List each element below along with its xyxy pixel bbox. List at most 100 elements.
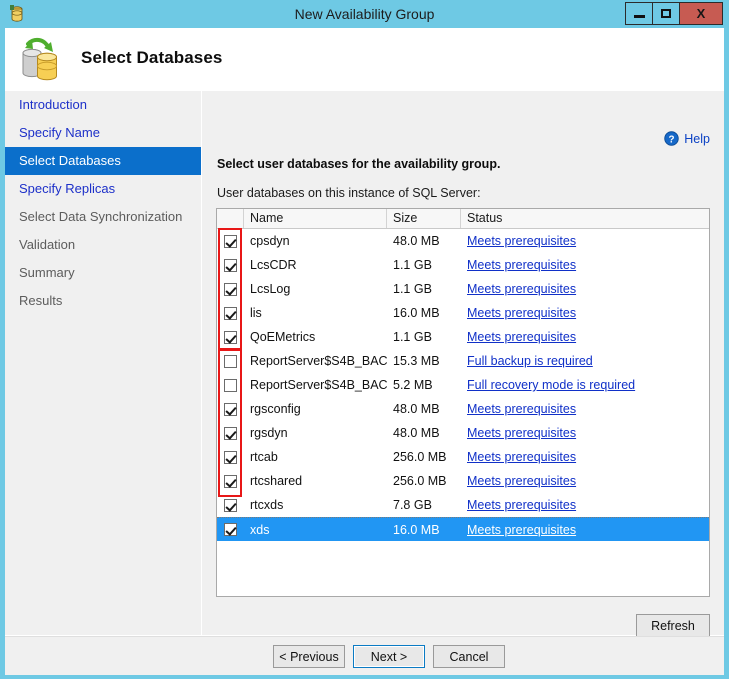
checkbox-icon[interactable]: [224, 426, 237, 440]
status-link[interactable]: Meets prerequisites: [467, 426, 576, 440]
sidebar-item-specify-name[interactable]: Specify Name: [5, 119, 201, 147]
checkbox-icon[interactable]: [224, 354, 237, 368]
cell-name: LcsLog: [250, 282, 291, 296]
cell-status: Meets prerequisites: [461, 253, 709, 277]
status-link[interactable]: Meets prerequisites: [467, 450, 576, 464]
main-content: ? Help Select user databases for the ava…: [202, 91, 724, 637]
row-checkbox-cell[interactable]: [217, 426, 244, 440]
status-link[interactable]: Meets prerequisites: [467, 282, 576, 296]
row-checkbox-cell[interactable]: [217, 523, 244, 536]
svg-text:?: ?: [669, 134, 675, 145]
table-row[interactable]: ReportServer$S4B_BACKE… 15.3 MB Full bac…: [217, 349, 709, 373]
row-checkbox-cell[interactable]: [217, 330, 244, 344]
sidebar-item-select-databases[interactable]: Select Databases: [5, 147, 201, 175]
row-checkbox-cell[interactable]: [217, 450, 244, 464]
row-checkbox-cell[interactable]: [217, 234, 244, 248]
close-button[interactable]: X: [679, 2, 723, 25]
help-circle-icon: ?: [664, 131, 679, 146]
help-label: Help: [684, 131, 710, 146]
table-row[interactable]: rgsconfig 48.0 MB Meets prerequisites: [217, 397, 709, 421]
sidebar-item-summary: Summary: [19, 265, 75, 280]
row-checkbox-cell[interactable]: [217, 474, 244, 488]
table-row[interactable]: ReportServer$S4B_BACKE… 5.2 MB Full reco…: [217, 373, 709, 397]
status-link[interactable]: Meets prerequisites: [467, 498, 576, 512]
cell-name: rgsconfig: [250, 402, 301, 416]
table-row[interactable]: LcsLog 1.1 GB Meets prerequisites: [217, 277, 709, 301]
status-link[interactable]: Meets prerequisites: [467, 306, 576, 320]
window-title: New Availability Group: [294, 6, 435, 22]
sidebar-item-introduction[interactable]: Introduction: [5, 91, 201, 119]
cancel-button[interactable]: Cancel: [433, 645, 505, 668]
column-header-checkbox[interactable]: [217, 209, 244, 228]
cell-status: Meets prerequisites: [461, 277, 709, 301]
checkbox-icon[interactable]: [224, 234, 237, 248]
new-availability-group-window: New Availability Group X Select Database…: [0, 0, 729, 679]
row-checkbox-cell[interactable]: [217, 306, 244, 320]
status-link[interactable]: Meets prerequisites: [467, 474, 576, 488]
table-row[interactable]: LcsCDR 1.1 GB Meets prerequisites: [217, 253, 709, 277]
sidebar-item-select-data-synchronization: Select Data Synchronization: [19, 209, 183, 224]
row-checkbox-cell[interactable]: [217, 498, 244, 512]
cell-size: 48.0 MB: [393, 426, 440, 440]
row-checkbox-cell[interactable]: [217, 282, 244, 296]
help-link[interactable]: ? Help: [664, 131, 710, 146]
table-row[interactable]: QoEMetrics 1.1 GB Meets prerequisites: [217, 325, 709, 349]
status-link[interactable]: Full recovery mode is required: [467, 378, 635, 392]
cell-name: rgsdyn: [250, 426, 288, 440]
checkbox-icon[interactable]: [224, 474, 237, 488]
table-row[interactable]: rtcxds 7.8 GB Meets prerequisites: [217, 493, 709, 517]
cell-status: Meets prerequisites: [461, 469, 709, 493]
database-sync-icon: [22, 37, 57, 81]
cell-size: 1.1 GB: [393, 330, 432, 344]
maximize-icon: [661, 9, 671, 18]
column-header-name[interactable]: Name: [244, 209, 387, 228]
checkbox-icon[interactable]: [224, 498, 237, 512]
cell-name: ReportServer$S4B_BACKE…: [250, 354, 387, 368]
table-row[interactable]: xds 16.0 MB Meets prerequisites: [217, 517, 709, 541]
maximize-button[interactable]: [652, 2, 680, 25]
checkbox-icon[interactable]: [224, 450, 237, 464]
row-checkbox-cell[interactable]: [217, 402, 244, 416]
row-checkbox-cell[interactable]: [217, 378, 244, 392]
minimize-icon: [633, 14, 645, 18]
checkbox-icon[interactable]: [224, 306, 237, 320]
client-area: Select Databases Introduction Specify Na…: [5, 28, 724, 675]
cell-size: 48.0 MB: [393, 234, 440, 248]
previous-button[interactable]: < Previous: [273, 645, 345, 668]
checkbox-icon[interactable]: [224, 523, 237, 536]
row-checkbox-cell[interactable]: [217, 258, 244, 272]
cell-status: Meets prerequisites: [461, 421, 709, 445]
table-row[interactable]: lis 16.0 MB Meets prerequisites: [217, 301, 709, 325]
wizard-steps-nav: Introduction Specify Name Select Databas…: [5, 91, 201, 635]
cell-size: 5.2 MB: [393, 378, 433, 392]
checkbox-icon[interactable]: [224, 378, 237, 392]
status-link[interactable]: Meets prerequisites: [467, 402, 576, 416]
refresh-button[interactable]: Refresh: [636, 614, 710, 637]
column-header-size[interactable]: Size: [387, 209, 461, 228]
table-row[interactable]: rtcab 256.0 MB Meets prerequisites: [217, 445, 709, 469]
status-link[interactable]: Meets prerequisites: [467, 523, 576, 537]
sidebar-item-specify-replicas[interactable]: Specify Replicas: [5, 175, 201, 203]
checkbox-icon[interactable]: [224, 282, 237, 296]
next-button[interactable]: Next >: [353, 645, 425, 668]
status-link[interactable]: Meets prerequisites: [467, 234, 576, 248]
minimize-button[interactable]: [625, 2, 653, 25]
checkbox-icon[interactable]: [224, 402, 237, 416]
cell-name: QoEMetrics: [250, 330, 316, 344]
cell-size: 16.0 MB: [393, 306, 440, 320]
table-row[interactable]: rtcshared 256.0 MB Meets prerequisites: [217, 469, 709, 493]
window-controls: X: [625, 2, 723, 25]
status-link[interactable]: Meets prerequisites: [467, 330, 576, 344]
cell-status: Meets prerequisites: [461, 493, 709, 517]
table-row[interactable]: rgsdyn 48.0 MB Meets prerequisites: [217, 421, 709, 445]
checkbox-icon[interactable]: [224, 330, 237, 344]
databases-grid[interactable]: Name Size Status cpsdyn 48.0 MB Meets pr…: [216, 208, 710, 597]
table-row[interactable]: cpsdyn 48.0 MB Meets prerequisites: [217, 229, 709, 253]
cell-size: 256.0 MB: [393, 450, 447, 464]
status-link[interactable]: Full backup is required: [467, 354, 593, 368]
row-checkbox-cell[interactable]: [217, 354, 244, 368]
column-header-status[interactable]: Status: [461, 209, 709, 228]
checkbox-icon[interactable]: [224, 258, 237, 272]
status-link[interactable]: Meets prerequisites: [467, 258, 576, 272]
page-title: Select Databases: [81, 48, 223, 67]
